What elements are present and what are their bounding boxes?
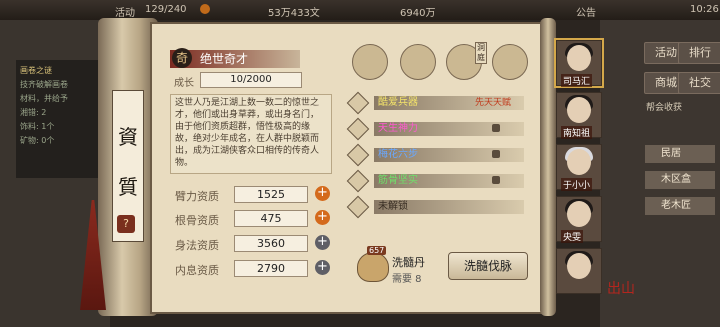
quest-line: 湘错: 2: [20, 108, 47, 117]
portrait-name: 央雯: [561, 230, 584, 243]
attr-label-agility: 身法资质: [175, 239, 219, 252]
add-agility-button[interactable]: +: [315, 235, 330, 250]
portrait-card[interactable]: [556, 248, 602, 294]
pill-name: 洗髓丹: [392, 256, 425, 269]
face-shape: [567, 149, 591, 175]
lock-icon: [492, 150, 500, 158]
talent-diamond-icon: [346, 195, 370, 219]
talent-diamond-icon: [346, 169, 370, 193]
portrait-name: 司马汇: [561, 74, 593, 87]
lock-icon: [492, 176, 500, 184]
growth-value: 10/2000: [200, 72, 302, 88]
ranking-button[interactable]: 排行: [678, 42, 720, 64]
quest-title: 画卷之谜: [20, 66, 52, 75]
talent-diamond-icon: [346, 143, 370, 167]
list-item-carpenter[interactable]: 老木匠: [645, 197, 715, 215]
face-shape: [567, 97, 591, 123]
portrait-card[interactable]: 央雯: [556, 196, 602, 243]
talent-label: 未解锁: [378, 201, 408, 212]
portrait-name: 南知祖: [561, 126, 593, 139]
silver-counter: 53万433文: [268, 8, 320, 19]
talent-label: 酷爱兵器: [378, 97, 418, 108]
stamina-counter: 129/240: [145, 4, 187, 15]
hat-icon[interactable]: [352, 44, 388, 80]
pill-need: 需要 8: [392, 274, 422, 285]
attr-label-inner: 内息资质: [175, 264, 219, 277]
wash-marrow-button[interactable]: 洗髓伐脉: [448, 252, 528, 280]
face-shape: [567, 45, 591, 71]
scroll-roller-right: [540, 18, 556, 316]
growth-label: 成长: [174, 78, 194, 89]
face-shape: [567, 253, 591, 279]
attr-value-bone: 475: [234, 210, 308, 227]
title-char: 資: [118, 125, 138, 149]
portrait-card[interactable]: 司马汇: [554, 38, 604, 88]
pill-icon: [357, 252, 389, 282]
icon-badge: 洞庭: [475, 42, 487, 64]
talent-row[interactable]: 天生神力: [346, 117, 530, 141]
pill-count: 657: [367, 246, 387, 255]
section-title: 帮会收获: [646, 103, 683, 113]
talent-diamond-icon: [346, 91, 370, 115]
talent-grade-mark: 奇: [172, 48, 192, 68]
attr-value-agility: 3560: [234, 235, 308, 252]
portrait-name: 于小小: [561, 178, 593, 191]
pill-item[interactable]: 657 洗髓丹 需要 8: [357, 246, 437, 285]
quest-line: 材料，并给予: [20, 94, 68, 103]
talent-diamond-icon: [346, 117, 370, 141]
talent-label: 天生神力: [378, 123, 418, 134]
face-shape: [567, 201, 591, 227]
attr-value-inner: 2790: [234, 260, 308, 277]
help-icon[interactable]: ?: [117, 215, 135, 233]
talent-row[interactable]: 梅花六步: [346, 143, 530, 167]
talent-row[interactable]: 筋骨坚实: [346, 169, 530, 193]
talent-row[interactable]: 未解锁: [346, 195, 530, 219]
clock: 10:26: [690, 4, 719, 15]
talent-row[interactable]: 酷爱兵器 先天天赋: [346, 91, 530, 115]
list-item-woodbox[interactable]: 木区盒: [645, 171, 715, 189]
add-strength-button[interactable]: +: [315, 186, 330, 201]
attr-value-strength: 1525: [234, 186, 308, 203]
attr-label-bone: 根骨资质: [175, 214, 219, 227]
quest-line: 矿物: 0个: [20, 136, 55, 145]
talent-label: 筋骨坚实: [378, 175, 418, 186]
scroll-icon[interactable]: [400, 44, 436, 80]
add-stamina-icon[interactable]: [200, 4, 210, 14]
talent-tag: 先天天赋: [475, 98, 512, 108]
seal-stamp: 出山: [607, 281, 635, 297]
talent-label: 梅花六步: [378, 149, 418, 160]
list-item-residence[interactable]: 民居: [645, 145, 715, 163]
portrait-card[interactable]: 于小小: [556, 144, 602, 191]
talent-name: 绝世奇才: [200, 52, 249, 66]
lock-icon: [492, 124, 500, 132]
social-button[interactable]: 社交: [678, 72, 720, 94]
add-inner-button[interactable]: +: [315, 260, 330, 275]
attr-label-strength: 臂力资质: [175, 190, 219, 203]
quest-line: 技齐破解画卷: [20, 80, 68, 89]
top-left-label: 活动: [115, 8, 135, 19]
title-char: 質: [118, 175, 138, 199]
gold-counter: 6940万: [400, 8, 436, 19]
talent-description: 这世人乃是江湖上数一数二的惊世之才，他们或出身草莽，或出身名门，由于他们资质超群…: [170, 94, 332, 174]
notice-link[interactable]: 公告: [576, 4, 596, 19]
portrait-card[interactable]: 南知祖: [556, 92, 602, 139]
top-status-bar: 活动 129/240 53万433文 6940万 公告 10:26: [0, 0, 720, 20]
add-bone-button[interactable]: +: [315, 210, 330, 225]
quest-line: 饰料: 1个: [20, 122, 55, 131]
pouch-icon[interactable]: [492, 44, 528, 80]
